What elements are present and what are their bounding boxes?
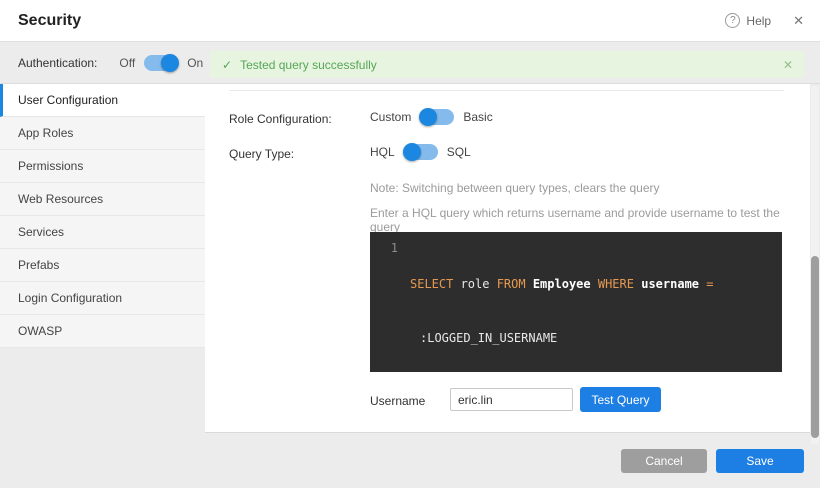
query-type-toggle[interactable] <box>404 144 438 160</box>
role-option-basic[interactable]: Basic <box>463 110 492 124</box>
query-option-hql[interactable]: HQL <box>370 145 395 159</box>
sidebar-item-login-configuration[interactable]: Login Configuration <box>0 282 205 315</box>
role-configuration-label: Role Configuration: <box>229 112 332 126</box>
sidebar-item-app-roles[interactable]: App Roles <box>0 117 205 150</box>
code-line-1: SELECT role FROM Employee WHERE username… <box>410 275 774 293</box>
app-header: Security ? Help ✕ <box>0 0 820 42</box>
editor-line-number: 1 <box>370 232 408 372</box>
toggle-knob <box>161 54 179 72</box>
sidebar-item-owasp[interactable]: OWASP <box>0 315 205 348</box>
query-instruction: Enter a HQL query which returns username… <box>370 206 810 234</box>
close-icon[interactable]: ✕ <box>793 13 804 29</box>
vertical-scrollbar[interactable] <box>811 86 819 444</box>
sidebar-item-services[interactable]: Services <box>0 216 205 249</box>
role-option-custom[interactable]: Custom <box>370 110 411 124</box>
banner-message: Tested query successfully <box>240 58 377 72</box>
query-type-label: Query Type: <box>229 147 294 161</box>
sidebar-item-user-configuration[interactable]: User Configuration <box>0 84 205 117</box>
scrollbar-thumb[interactable] <box>811 256 819 438</box>
username-label: Username <box>370 394 425 408</box>
header-actions: ? Help ✕ <box>725 13 804 29</box>
query-type-toggle-group: HQL SQL <box>370 144 471 160</box>
sidebar-item-web-resources[interactable]: Web Resources <box>0 183 205 216</box>
toggle-knob <box>419 108 437 126</box>
banner-close-icon[interactable]: ✕ <box>783 58 793 72</box>
code-line-2: :LOGGED_IN_USERNAME <box>420 329 774 347</box>
page-title: Security <box>18 12 81 30</box>
hql-query-editor[interactable]: 1 SELECT role FROM Employee WHERE userna… <box>370 232 782 372</box>
authentication-on-label: On <box>187 56 203 70</box>
authentication-off-label: Off <box>119 56 135 70</box>
query-option-sql[interactable]: SQL <box>447 145 471 159</box>
help-link[interactable]: Help <box>746 14 771 28</box>
username-input[interactable] <box>450 388 573 411</box>
section-divider <box>229 90 784 91</box>
query-type-note: Note: Switching between query types, cle… <box>370 181 660 195</box>
success-banner: ✓ Tested query successfully ✕ <box>210 51 804 78</box>
editor-code[interactable]: SELECT role FROM Employee WHERE username… <box>408 232 782 372</box>
check-icon: ✓ <box>222 58 232 72</box>
sidebar-item-permissions[interactable]: Permissions <box>0 150 205 183</box>
role-configuration-toggle[interactable] <box>420 109 454 125</box>
help-icon[interactable]: ? <box>725 13 740 28</box>
cancel-button[interactable]: Cancel <box>621 449 707 473</box>
authentication-label: Authentication: <box>18 56 97 70</box>
sidebar: User Configuration App Roles Permissions… <box>0 84 205 488</box>
toggle-knob <box>403 143 421 161</box>
main-panel: Role Configuration: Custom Basic Query T… <box>205 84 810 433</box>
security-dialog: { "header": { "title": "Security", "help… <box>0 0 820 488</box>
sidebar-item-prefabs[interactable]: Prefabs <box>0 249 205 282</box>
authentication-toggle[interactable] <box>144 55 178 71</box>
test-query-button[interactable]: Test Query <box>580 387 661 412</box>
save-button[interactable]: Save <box>716 449 804 473</box>
role-configuration-toggle-group: Custom Basic <box>370 109 493 125</box>
